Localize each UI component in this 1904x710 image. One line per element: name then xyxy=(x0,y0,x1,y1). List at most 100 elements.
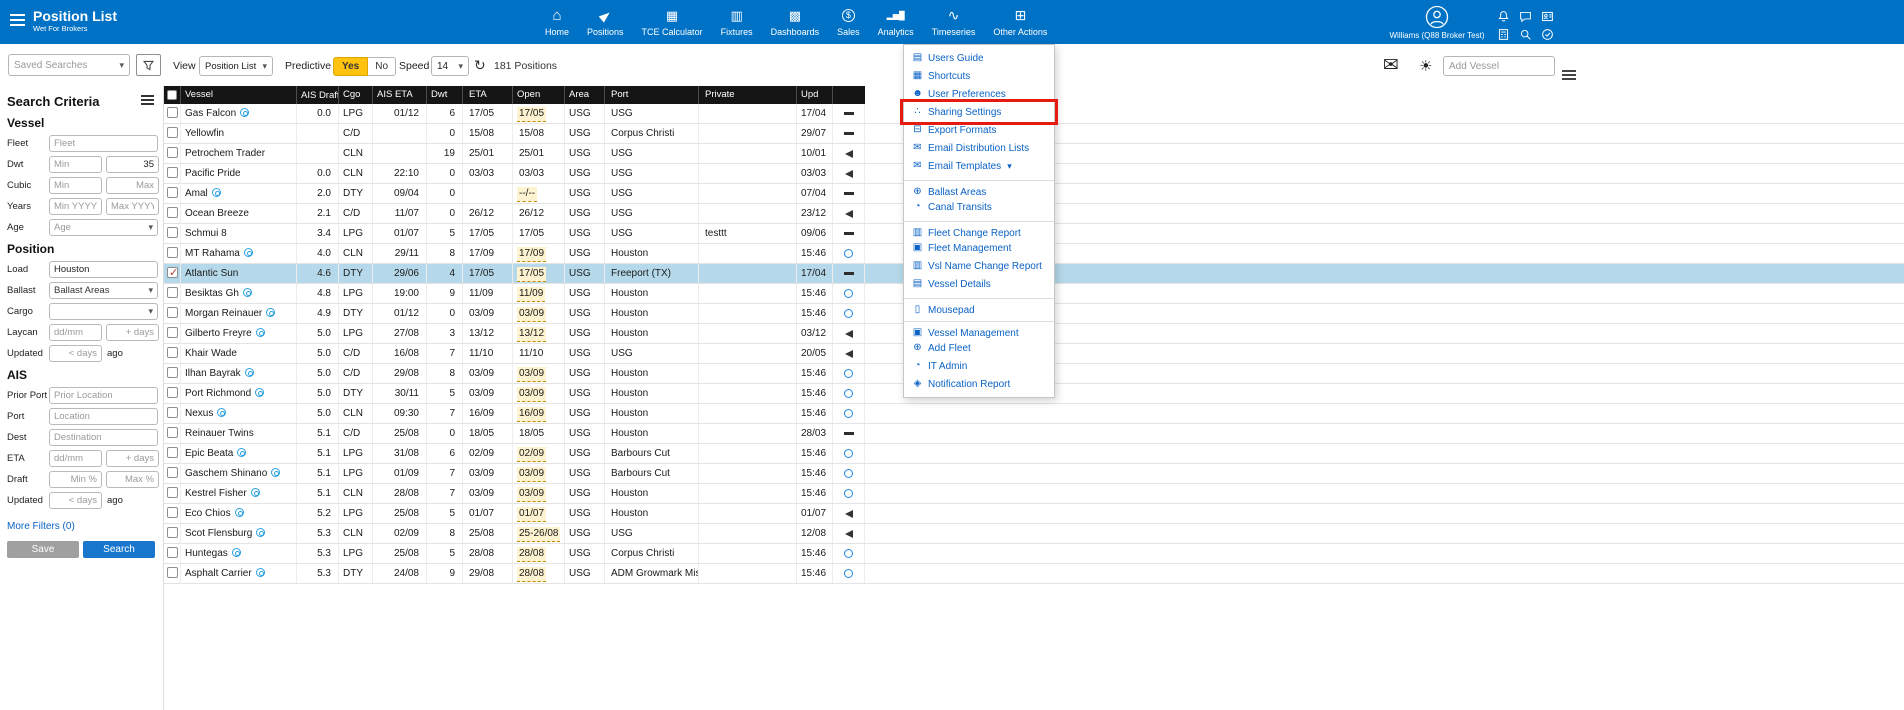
dwt-min-input[interactable] xyxy=(49,156,102,173)
fleet-input[interactable] xyxy=(49,135,158,152)
menu-item[interactable]: Shortcuts xyxy=(904,67,1054,85)
brightness-icon[interactable] xyxy=(1419,57,1432,76)
table-row[interactable]: Nexus 5.0 CLN 09:30 7 16/09 16/09 USG Ho… xyxy=(164,404,1904,424)
user-avatar[interactable] xyxy=(1425,5,1449,34)
notifications-bell-icon[interactable] xyxy=(1492,7,1514,25)
row-checkbox[interactable] xyxy=(167,367,178,378)
nav-fixtures[interactable]: Fixtures xyxy=(712,0,762,44)
col-port[interactable]: Port xyxy=(605,86,699,104)
menu-item[interactable]: Ballast Areas xyxy=(904,180,1054,198)
laycan-date-input[interactable] xyxy=(49,324,102,341)
menu-item[interactable]: Fleet Management xyxy=(904,239,1054,257)
speed-select[interactable]: 14 xyxy=(431,56,469,76)
draft-max-input[interactable] xyxy=(106,471,159,488)
sidebar-menu-icon[interactable] xyxy=(141,92,154,110)
table-row[interactable]: Eco Chios 5.2 LPG 25/08 5 01/07 01/07 US… xyxy=(164,504,1904,524)
select-all-checkbox[interactable] xyxy=(167,90,177,100)
row-checkbox[interactable] xyxy=(167,247,178,258)
table-row[interactable]: Epic Beata 5.1 LPG 31/08 6 02/09 02/09 U… xyxy=(164,444,1904,464)
menu-item[interactable]: Email Distribution Lists xyxy=(904,139,1054,157)
updated-days-input[interactable] xyxy=(49,345,102,362)
prior-port-input[interactable] xyxy=(49,387,158,404)
menu-item[interactable]: Users Guide xyxy=(904,49,1054,67)
table-row[interactable]: Asphalt Carrier 5.3 DTY 24/08 9 29/08 28… xyxy=(164,564,1904,584)
row-checkbox[interactable] xyxy=(167,347,178,358)
menu-item[interactable]: User Preferences xyxy=(904,85,1054,103)
menu-item[interactable]: Fleet Change Report xyxy=(904,221,1054,239)
ais-updated-days-input[interactable] xyxy=(49,492,102,509)
save-button[interactable]: Save xyxy=(7,541,79,558)
saved-searches-select[interactable]: Saved Searches xyxy=(8,54,130,76)
view-select[interactable]: Position List xyxy=(199,56,273,76)
user-badge-icon[interactable] xyxy=(1536,7,1558,25)
row-checkbox[interactable] xyxy=(167,287,178,298)
col-area[interactable]: Area xyxy=(565,86,605,104)
row-checkbox[interactable] xyxy=(167,307,178,318)
row-checkbox[interactable] xyxy=(167,527,178,538)
ais-eta-days-input[interactable] xyxy=(106,450,159,467)
nav-timeseries[interactable]: Timeseries xyxy=(923,0,985,44)
predictive-no-button[interactable]: No xyxy=(368,57,397,76)
nav-tce-calculator[interactable]: TCE Calculator xyxy=(633,0,712,44)
row-checkbox[interactable] xyxy=(167,167,178,178)
row-checkbox[interactable] xyxy=(167,327,178,338)
col-cgo[interactable]: Cgo xyxy=(339,86,373,104)
col-vessel[interactable]: Vessel xyxy=(181,86,297,104)
dest-input[interactable] xyxy=(49,429,158,446)
add-vessel-input[interactable] xyxy=(1443,56,1555,76)
row-checkbox[interactable] xyxy=(167,147,178,158)
draft-min-input[interactable] xyxy=(49,471,102,488)
email-envelope-icon[interactable] xyxy=(1383,54,1399,77)
filter-button[interactable] xyxy=(136,54,161,76)
column-menu-icon[interactable] xyxy=(1562,59,1576,77)
menu-item[interactable]: Vessel Management xyxy=(904,321,1054,339)
ais-port-input[interactable] xyxy=(49,408,158,425)
menu-item[interactable]: Notification Report xyxy=(904,375,1054,393)
more-filters-link[interactable]: More Filters (0) xyxy=(7,521,75,532)
col-upd[interactable]: Upd xyxy=(797,86,833,104)
menu-item[interactable]: Sharing Settings xyxy=(900,99,1058,125)
ais-eta-date-input[interactable] xyxy=(49,450,102,467)
nav-other-actions[interactable]: Other Actions xyxy=(984,0,1056,44)
ballast-select[interactable]: Ballast Areas xyxy=(49,282,158,299)
chat-icon[interactable] xyxy=(1514,7,1536,25)
row-checkbox[interactable] xyxy=(167,447,178,458)
nav-sales[interactable]: Sales xyxy=(828,0,869,44)
calculator-grid-icon[interactable] xyxy=(1492,25,1514,43)
nav-analytics[interactable]: Analytics xyxy=(869,0,923,44)
row-checkbox[interactable] xyxy=(167,387,178,398)
row-checkbox[interactable] xyxy=(167,427,178,438)
load-input[interactable] xyxy=(49,261,158,278)
menu-item[interactable]: Add Fleet xyxy=(904,339,1054,357)
table-row[interactable]: Kestrel Fisher 5.1 CLN 28/08 7 03/09 03/… xyxy=(164,484,1904,504)
row-checkbox[interactable] xyxy=(167,547,178,558)
row-checkbox[interactable] xyxy=(167,127,178,138)
cubic-min-input[interactable] xyxy=(49,177,102,194)
years-max-input[interactable] xyxy=(106,198,159,215)
row-checkbox[interactable] xyxy=(167,264,178,283)
row-checkbox[interactable] xyxy=(167,407,178,418)
table-row[interactable]: Huntegas 5.3 LPG 25/08 5 28/08 28/08 USG… xyxy=(164,544,1904,564)
cubic-max-input[interactable] xyxy=(106,177,159,194)
col-private[interactable]: Private xyxy=(699,86,797,104)
row-checkbox[interactable] xyxy=(167,107,178,118)
predictive-yes-button[interactable]: Yes xyxy=(333,57,369,76)
col-ais-draft[interactable]: AIS Draft xyxy=(297,86,339,104)
row-checkbox[interactable] xyxy=(167,467,178,478)
col-dwt[interactable]: Dwt xyxy=(427,86,463,104)
table-row[interactable]: Gaschem Shinano 5.1 LPG 01/09 7 03/09 03… xyxy=(164,464,1904,484)
row-checkbox[interactable] xyxy=(167,187,178,198)
col-open[interactable]: Open xyxy=(513,86,565,104)
search-icon[interactable] xyxy=(1514,25,1536,43)
col-eta[interactable]: ETA xyxy=(463,86,513,104)
age-select[interactable]: Age xyxy=(49,219,158,236)
row-checkbox[interactable] xyxy=(167,227,178,238)
row-checkbox[interactable] xyxy=(167,207,178,218)
table-row[interactable]: Reinauer Twins 5.1 C/D 25/08 0 18/05 18/… xyxy=(164,424,1904,444)
menu-item[interactable]: Mousepad xyxy=(904,298,1054,316)
cargo-select[interactable] xyxy=(49,303,158,320)
laycan-days-input[interactable] xyxy=(106,324,159,341)
menu-item[interactable]: IT Admin xyxy=(904,357,1054,375)
menu-item[interactable]: Vessel Details xyxy=(904,275,1054,293)
menu-item[interactable]: Export Formats xyxy=(904,121,1054,139)
